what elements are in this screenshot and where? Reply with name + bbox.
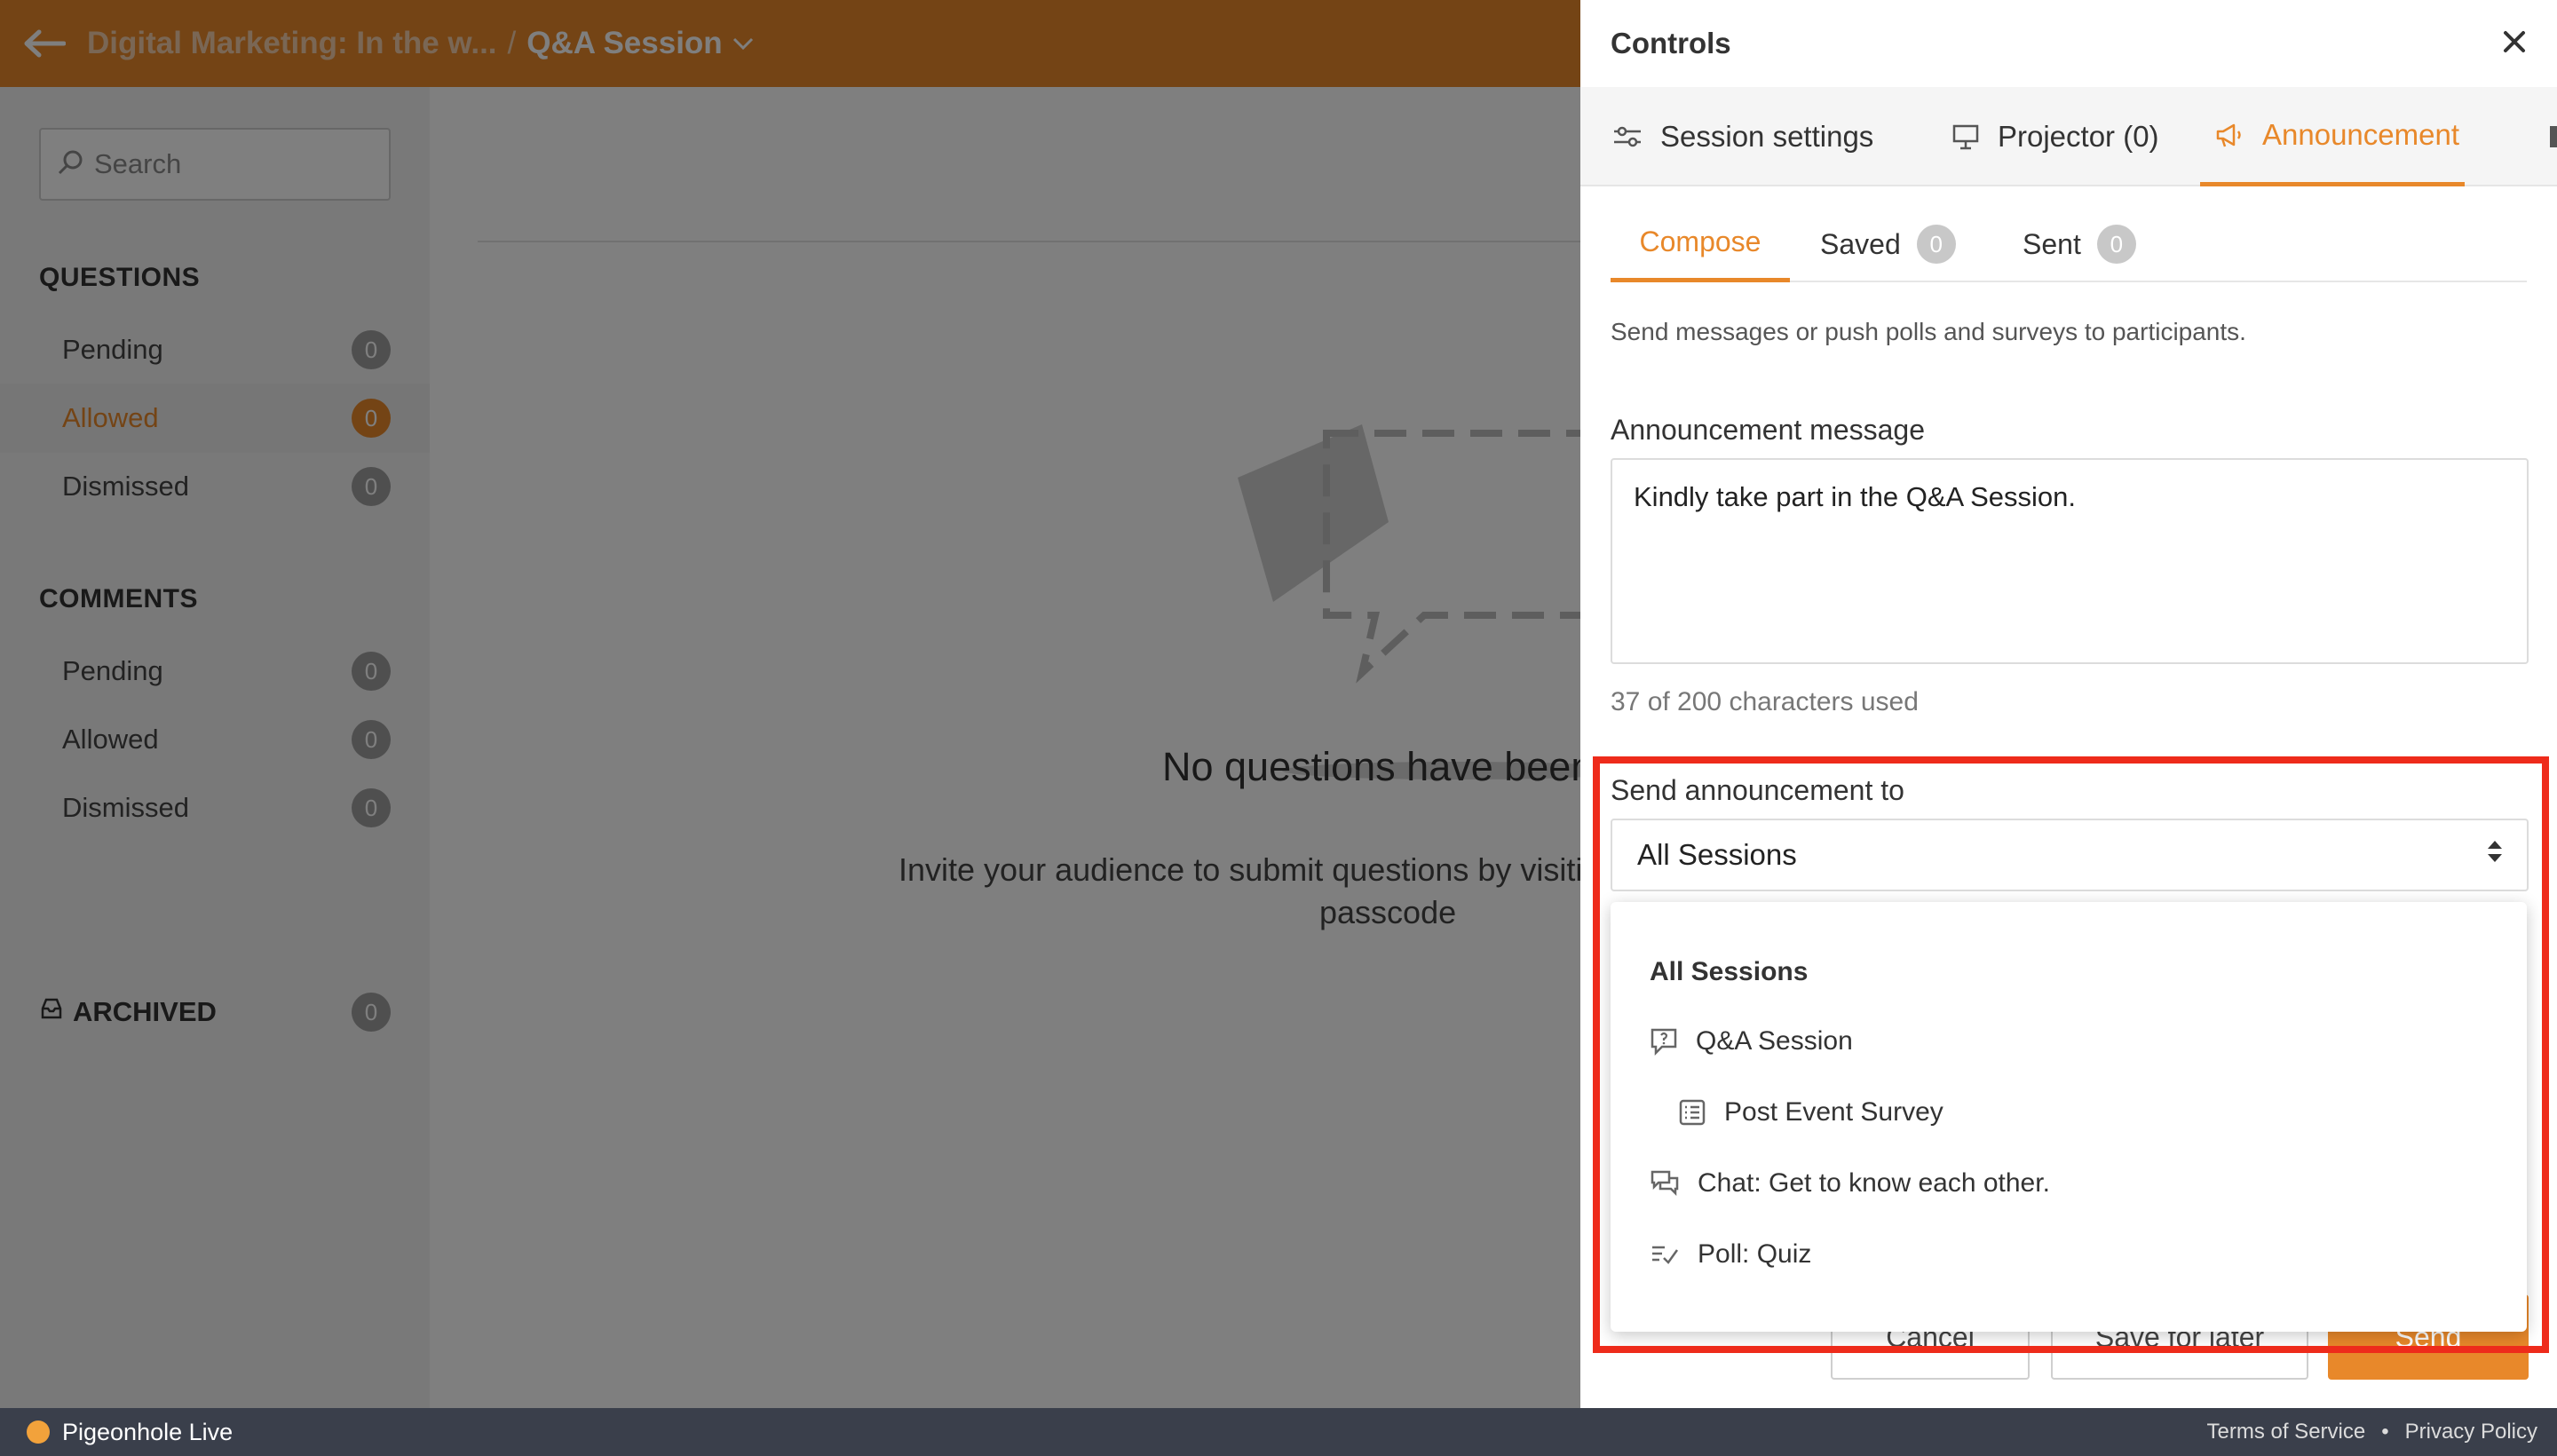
send-to-select[interactable]: All Sessions — [1611, 819, 2529, 891]
footer-links: Terms of Service • Privacy Policy — [2207, 1420, 2538, 1444]
close-icon[interactable] — [2502, 29, 2527, 59]
dropdown-option-qa-session[interactable]: Q&A Session — [1650, 1026, 1853, 1056]
tab-label: Projector (0) — [1998, 120, 2159, 153]
panel-title: Controls — [1611, 27, 1731, 59]
dropdown-option-chat[interactable]: Chat: Get to know each other. — [1650, 1168, 2050, 1199]
more-tabs-indicator[interactable] — [2550, 126, 2557, 147]
privacy-link[interactable]: Privacy Policy — [2405, 1420, 2537, 1444]
subtab-label: Sent — [2023, 227, 2081, 260]
subtab-sent[interactable]: Sent 0 — [2023, 206, 2136, 282]
footer-separator: • — [2381, 1420, 2389, 1444]
tab-label: Announcement — [2262, 117, 2459, 151]
sort-arrows-icon — [2486, 837, 2504, 873]
projector-icon — [1951, 123, 1980, 151]
chat-bubbles-icon — [1650, 1169, 1680, 1198]
announcement-message-field[interactable]: Kindly take part in the Q&A Session. — [1611, 458, 2529, 664]
count-badge: 0 — [1916, 225, 1956, 264]
send-to-value: All Sessions — [1637, 838, 1797, 871]
question-bubble-icon — [1650, 1027, 1678, 1056]
brand[interactable]: Pigeonhole Live — [27, 1419, 233, 1446]
help-text: Send messages or push polls and surveys … — [1611, 318, 2246, 345]
dropdown-option-label: Poll: Quiz — [1698, 1239, 1812, 1269]
panel-header: Controls — [1580, 0, 2557, 87]
modal-overlay[interactable] — [0, 0, 1580, 1408]
megaphone-icon — [2214, 122, 2244, 148]
send-to-label: Send announcement to — [1611, 774, 1904, 806]
tab-projector[interactable]: Projector (0) — [1951, 87, 2159, 186]
subtab-compose[interactable]: Compose — [1611, 206, 1790, 282]
dropdown-option-label: Chat: Get to know each other. — [1698, 1168, 2050, 1198]
tab-announcement[interactable]: Announcement — [2200, 87, 2465, 186]
dropdown-option-poll-quiz[interactable]: Poll: Quiz — [1650, 1239, 1811, 1270]
terms-link[interactable]: Terms of Service — [2207, 1420, 2366, 1444]
survey-list-icon — [1678, 1098, 1706, 1127]
tab-session-settings[interactable]: Session settings — [1612, 87, 1873, 186]
controls-tabs: Session settings Projector (0) Announcem… — [1580, 87, 2557, 186]
footer: Pigeonhole Live Terms of Service • Priva… — [0, 1408, 2557, 1456]
subtab-label: Saved — [1820, 227, 1901, 260]
count-badge: 0 — [2096, 225, 2136, 264]
tab-label: Session settings — [1660, 120, 1874, 153]
poll-icon — [1650, 1241, 1680, 1268]
send-to-dropdown: All Sessions Q&A Session Post Event Surv… — [1611, 902, 2527, 1332]
dropdown-option-all-sessions[interactable]: All Sessions — [1650, 957, 1808, 987]
character-counter: 37 of 200 characters used — [1611, 687, 1919, 716]
announcement-subtabs: Compose Saved 0 Sent 0 — [1611, 206, 2527, 282]
sliders-icon — [1612, 123, 1643, 150]
dropdown-option-label: Q&A Session — [1696, 1026, 1853, 1056]
subtab-saved[interactable]: Saved 0 — [1820, 206, 1956, 282]
subtab-label: Compose — [1639, 226, 1761, 257]
pigeonhole-logo-icon — [27, 1420, 50, 1444]
brand-name: Pigeonhole Live — [62, 1418, 234, 1445]
message-label: Announcement message — [1611, 414, 1925, 446]
dropdown-option-post-event-survey[interactable]: Post Event Survey — [1678, 1097, 1943, 1128]
dropdown-option-label: Post Event Survey — [1724, 1097, 1943, 1127]
